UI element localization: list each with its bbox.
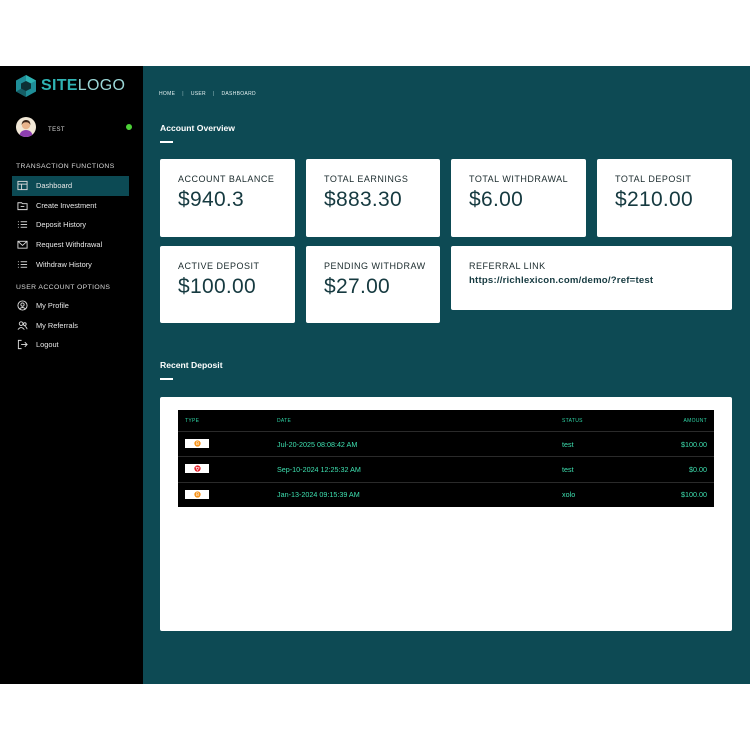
svg-text:B: B [196, 492, 199, 498]
type-cell: B [178, 489, 277, 500]
user-profile[interactable]: TEST [16, 116, 134, 138]
card-value: $27.00 [324, 275, 391, 298]
account-overview-heading: Account Overview [160, 123, 235, 133]
table-row[interactable]: B Jan-13-2024 09:15:39 AM xolo $100.00 [178, 481, 714, 507]
table-row[interactable]: Sep-10-2024 12:25:32 AM test $0.00 [178, 456, 714, 481]
card-label: PENDING WITHDRAW [324, 261, 426, 271]
total-earnings-card: TOTAL EARNINGS $883.30 [306, 159, 440, 237]
date-cell: Jan-13-2024 09:15:39 AM [277, 490, 360, 500]
transaction-functions-heading: TRANSACTION FUNCTIONS [16, 163, 115, 170]
column-header-date[interactable]: DATE [277, 418, 562, 424]
date-cell: Sep-10-2024 12:25:32 AM [277, 464, 361, 474]
amount-cell: $100.00 [681, 490, 707, 500]
online-status-dot [126, 124, 132, 130]
card-value: $100.00 [178, 275, 257, 298]
active-deposit-card: ACTIVE DEPOSIT $100.00 [160, 246, 295, 323]
app-window: SITELOGO TEST TRANSACTION FUNCTIONS Dash… [0, 66, 750, 684]
sidebar-item-create-investment[interactable]: Create Investment [12, 196, 129, 216]
status-cell: test [562, 464, 574, 474]
sidebar-item-request-withdrawal[interactable]: Request Withdrawal [12, 235, 129, 255]
svg-text:B: B [196, 441, 199, 447]
sidebar-item-label: Logout [36, 340, 59, 350]
list-icon [17, 259, 28, 270]
transaction-nav: Dashboard Create Investment Deposit Hist… [12, 176, 129, 274]
card-label: REFERRAL LINK [469, 261, 546, 271]
site-logo[interactable]: SITELOGO [14, 74, 125, 98]
card-label: TOTAL WITHDRAWAL [469, 174, 569, 184]
sidebar-item-my-profile[interactable]: My Profile [12, 296, 129, 316]
sidebar: SITELOGO TEST TRANSACTION FUNCTIONS Dash… [0, 66, 143, 684]
card-label: ACCOUNT BALANCE [178, 174, 275, 184]
total-deposit-card: TOTAL DEPOSIT $210.00 [597, 159, 732, 237]
account-nav: My Profile My Referrals Logout [12, 296, 129, 355]
main-content: HOME | USER | DASHBOARD Account Overview… [143, 66, 750, 684]
sidebar-item-deposit-history[interactable]: Deposit History [12, 215, 129, 235]
investment-icon [17, 200, 28, 211]
date-cell: Jul-20-2025 08:08:42 AM [277, 439, 358, 449]
logout-icon [17, 339, 28, 350]
sidebar-item-label: My Profile [36, 301, 69, 311]
sidebar-item-my-referrals[interactable]: My Referrals [12, 316, 129, 336]
deposit-table: TYPE DATE STATUS AMOUNT B Jul-20-2025 08… [178, 410, 714, 507]
amount-cell: $100.00 [681, 439, 707, 449]
breadcrumb: HOME | USER | DASHBOARD [159, 91, 256, 97]
account-balance-card: ACCOUNT BALANCE $940.3 [160, 159, 295, 237]
tron-icon [185, 464, 209, 474]
sidebar-item-label: Request Withdrawal [36, 240, 103, 250]
table-header: TYPE DATE STATUS AMOUNT [178, 410, 714, 431]
sidebar-item-label: Create Investment [36, 200, 97, 210]
breadcrumb-user[interactable]: USER [191, 91, 206, 97]
profile-icon [17, 300, 28, 311]
logo-hexagon-icon [14, 74, 38, 98]
logo-text: SITELOGO [41, 77, 126, 94]
list-icon [17, 219, 28, 230]
sidebar-item-label: My Referrals [36, 320, 78, 330]
pending-withdraw-card: PENDING WITHDRAW $27.00 [306, 246, 440, 323]
card-label: TOTAL DEPOSIT [615, 174, 692, 184]
mail-icon [17, 239, 28, 250]
type-cell [178, 464, 277, 474]
breadcrumb-home[interactable]: HOME [159, 91, 175, 97]
breadcrumb-separator: | [212, 91, 215, 97]
bitcoin-icon: B [185, 489, 209, 499]
sidebar-item-label: Deposit History [36, 220, 87, 230]
heading-underline [160, 141, 173, 143]
column-header-status[interactable]: STATUS [562, 418, 642, 424]
column-header-amount[interactable]: AMOUNT [642, 418, 714, 424]
breadcrumb-dashboard: DASHBOARD [221, 91, 256, 97]
column-header-type[interactable]: TYPE [178, 418, 277, 424]
dashboard-icon [17, 180, 28, 191]
sidebar-item-withdraw-history[interactable]: Withdraw History [12, 254, 129, 274]
card-value: $883.30 [324, 188, 403, 211]
bitcoin-icon: B [185, 439, 209, 449]
recent-deposit-heading: Recent Deposit [160, 360, 223, 370]
type-cell: B [178, 439, 277, 449]
user-name: TEST [48, 127, 65, 133]
avatar [16, 117, 36, 137]
card-value: $210.00 [615, 188, 694, 211]
referral-link-card: REFERRAL LINK https://richlexicon.com/de… [451, 246, 732, 310]
table-row[interactable]: B Jul-20-2025 08:08:42 AM test $100.00 [178, 431, 714, 456]
card-value: $940.3 [178, 188, 245, 211]
referrals-icon [17, 320, 28, 331]
heading-underline [160, 378, 173, 380]
status-cell: test [562, 439, 574, 449]
total-withdrawal-card: TOTAL WITHDRAWAL $6.00 [451, 159, 586, 237]
user-account-options-heading: USER ACCOUNT OPTIONS [16, 284, 111, 291]
card-value: $6.00 [469, 188, 524, 211]
breadcrumb-separator: | [182, 91, 184, 97]
referral-link[interactable]: https://richlexicon.com/demo/?ref=test [469, 275, 732, 286]
card-label: TOTAL EARNINGS [324, 174, 409, 184]
status-cell: xolo [562, 490, 576, 500]
sidebar-item-dashboard[interactable]: Dashboard [12, 176, 129, 196]
sidebar-item-label: Dashboard [36, 181, 73, 191]
recent-deposit-panel: TYPE DATE STATUS AMOUNT B Jul-20-2025 08… [160, 397, 732, 631]
card-label: ACTIVE DEPOSIT [178, 261, 260, 271]
sidebar-item-logout[interactable]: Logout [12, 335, 129, 355]
sidebar-item-label: Withdraw History [36, 259, 92, 269]
amount-cell: $0.00 [689, 464, 707, 474]
